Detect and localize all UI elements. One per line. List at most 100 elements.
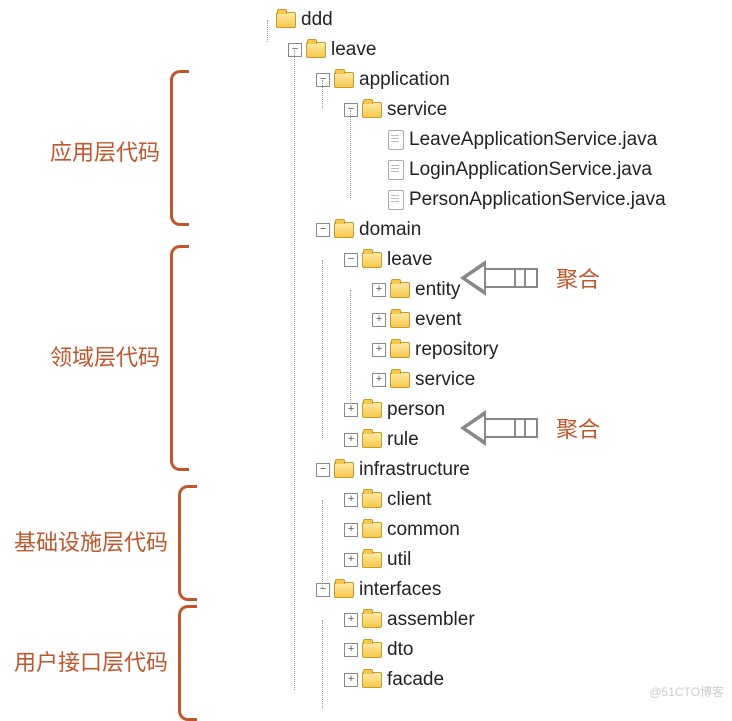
collapse-icon[interactable]: − <box>316 73 330 87</box>
folder-icon <box>362 522 382 538</box>
annotation-interface-layer: 用户接口层代码 <box>8 645 168 677</box>
folder-icon <box>390 372 410 388</box>
annotation-infrastructure-layer: 基础设施层代码 <box>8 525 168 557</box>
node-label: common <box>387 519 460 541</box>
node-label: util <box>387 549 411 571</box>
file-icon <box>388 190 404 210</box>
node-label: entity <box>415 279 460 301</box>
expand-icon[interactable]: + <box>344 403 358 417</box>
folder-icon <box>334 582 354 598</box>
tree-node-infrastructure[interactable]: − infrastructure <box>316 455 666 485</box>
node-label: facade <box>387 669 444 691</box>
tree-node-domain[interactable]: − domain <box>316 215 666 245</box>
folder-icon <box>362 642 382 658</box>
expand-icon[interactable]: + <box>372 283 386 297</box>
node-label: domain <box>359 219 421 241</box>
folder-icon <box>390 282 410 298</box>
aggregate-arrow: 聚合 <box>460 410 600 446</box>
collapse-icon[interactable]: − <box>316 463 330 477</box>
brace-icon <box>178 605 197 721</box>
folder-icon <box>362 402 382 418</box>
collapse-icon[interactable]: − <box>316 223 330 237</box>
aggregate-arrow: 聚合 <box>460 260 600 296</box>
node-label: leave <box>387 249 432 271</box>
file-icon <box>388 130 404 150</box>
expand-icon[interactable]: + <box>344 433 358 447</box>
expand-icon[interactable]: + <box>344 553 358 567</box>
node-label: person <box>387 399 445 421</box>
annotation-application-layer: 应用层代码 <box>40 135 160 167</box>
expand-icon[interactable]: + <box>372 313 386 327</box>
folder-icon <box>276 12 296 28</box>
tree-node-dto[interactable]: + dto <box>344 635 666 665</box>
collapse-icon[interactable]: − <box>344 103 358 117</box>
node-label: LeaveApplicationService.java <box>409 129 657 151</box>
node-label: ddd <box>301 9 333 31</box>
node-label: client <box>387 489 431 511</box>
brace-icon <box>178 485 197 601</box>
collapse-icon[interactable]: − <box>344 253 358 267</box>
brace-icon <box>170 70 189 226</box>
tree-node-util[interactable]: + util <box>344 545 666 575</box>
collapse-icon[interactable]: − <box>288 43 302 57</box>
node-label: dto <box>387 639 413 661</box>
arrow-body-icon <box>486 268 538 288</box>
folder-icon <box>362 612 382 628</box>
toggle-icon <box>372 134 384 146</box>
node-label: infrastructure <box>359 459 470 481</box>
aggregate-label: 聚合 <box>556 412 600 444</box>
folder-icon <box>390 342 410 358</box>
node-label: PersonApplicationService.java <box>409 189 666 211</box>
node-label: event <box>415 309 461 331</box>
arrow-body-icon <box>486 418 538 438</box>
folder-icon <box>334 72 354 88</box>
tree-node-interfaces[interactable]: − interfaces <box>316 575 666 605</box>
file-icon <box>388 160 404 180</box>
expand-icon[interactable]: + <box>372 373 386 387</box>
node-label: leave <box>331 39 376 61</box>
tree-node-root[interactable]: ddd <box>260 5 666 35</box>
folder-icon <box>306 42 326 58</box>
collapse-icon[interactable]: − <box>316 583 330 597</box>
node-label: application <box>359 69 450 91</box>
tree-node-file[interactable]: PersonApplicationService.java <box>372 185 666 215</box>
tree-node-facade[interactable]: + facade <box>344 665 666 695</box>
tree-node-service[interactable]: − service <box>344 95 666 125</box>
tree-node-assembler[interactable]: + assembler <box>344 605 666 635</box>
node-label: interfaces <box>359 579 441 601</box>
tree-node-event[interactable]: + event <box>372 305 666 335</box>
expand-icon[interactable]: + <box>344 523 358 537</box>
toggle-icon <box>260 14 272 26</box>
node-label: LoginApplicationService.java <box>409 159 652 181</box>
node-label: service <box>415 369 475 391</box>
brace-icon <box>170 245 189 471</box>
watermark-text: @51CTO博客 <box>649 683 724 700</box>
expand-icon[interactable]: + <box>344 493 358 507</box>
tree-node-common[interactable]: + common <box>344 515 666 545</box>
tree-node-file[interactable]: LeaveApplicationService.java <box>372 125 666 155</box>
expand-icon[interactable]: + <box>344 673 358 687</box>
expand-icon[interactable]: + <box>372 343 386 357</box>
tree-node-client[interactable]: + client <box>344 485 666 515</box>
folder-icon <box>362 102 382 118</box>
arrow-left-icon <box>460 410 486 446</box>
folder-icon <box>362 492 382 508</box>
tree-node-domain-service[interactable]: + service <box>372 365 666 395</box>
tree-node-leave[interactable]: − leave <box>288 35 666 65</box>
node-label: rule <box>387 429 419 451</box>
aggregate-label: 聚合 <box>556 262 600 294</box>
package-tree: ddd − leave − application − service Leav… <box>260 5 666 695</box>
node-label: service <box>387 99 447 121</box>
folder-icon <box>334 222 354 238</box>
tree-node-file[interactable]: LoginApplicationService.java <box>372 155 666 185</box>
folder-icon <box>362 432 382 448</box>
tree-node-repository[interactable]: + repository <box>372 335 666 365</box>
expand-icon[interactable]: + <box>344 643 358 657</box>
arrow-left-icon <box>460 260 486 296</box>
tree-node-application[interactable]: − application <box>316 65 666 95</box>
toggle-icon <box>372 194 384 206</box>
expand-icon[interactable]: + <box>344 613 358 627</box>
folder-icon <box>390 312 410 328</box>
folder-icon <box>334 462 354 478</box>
folder-icon <box>362 252 382 268</box>
